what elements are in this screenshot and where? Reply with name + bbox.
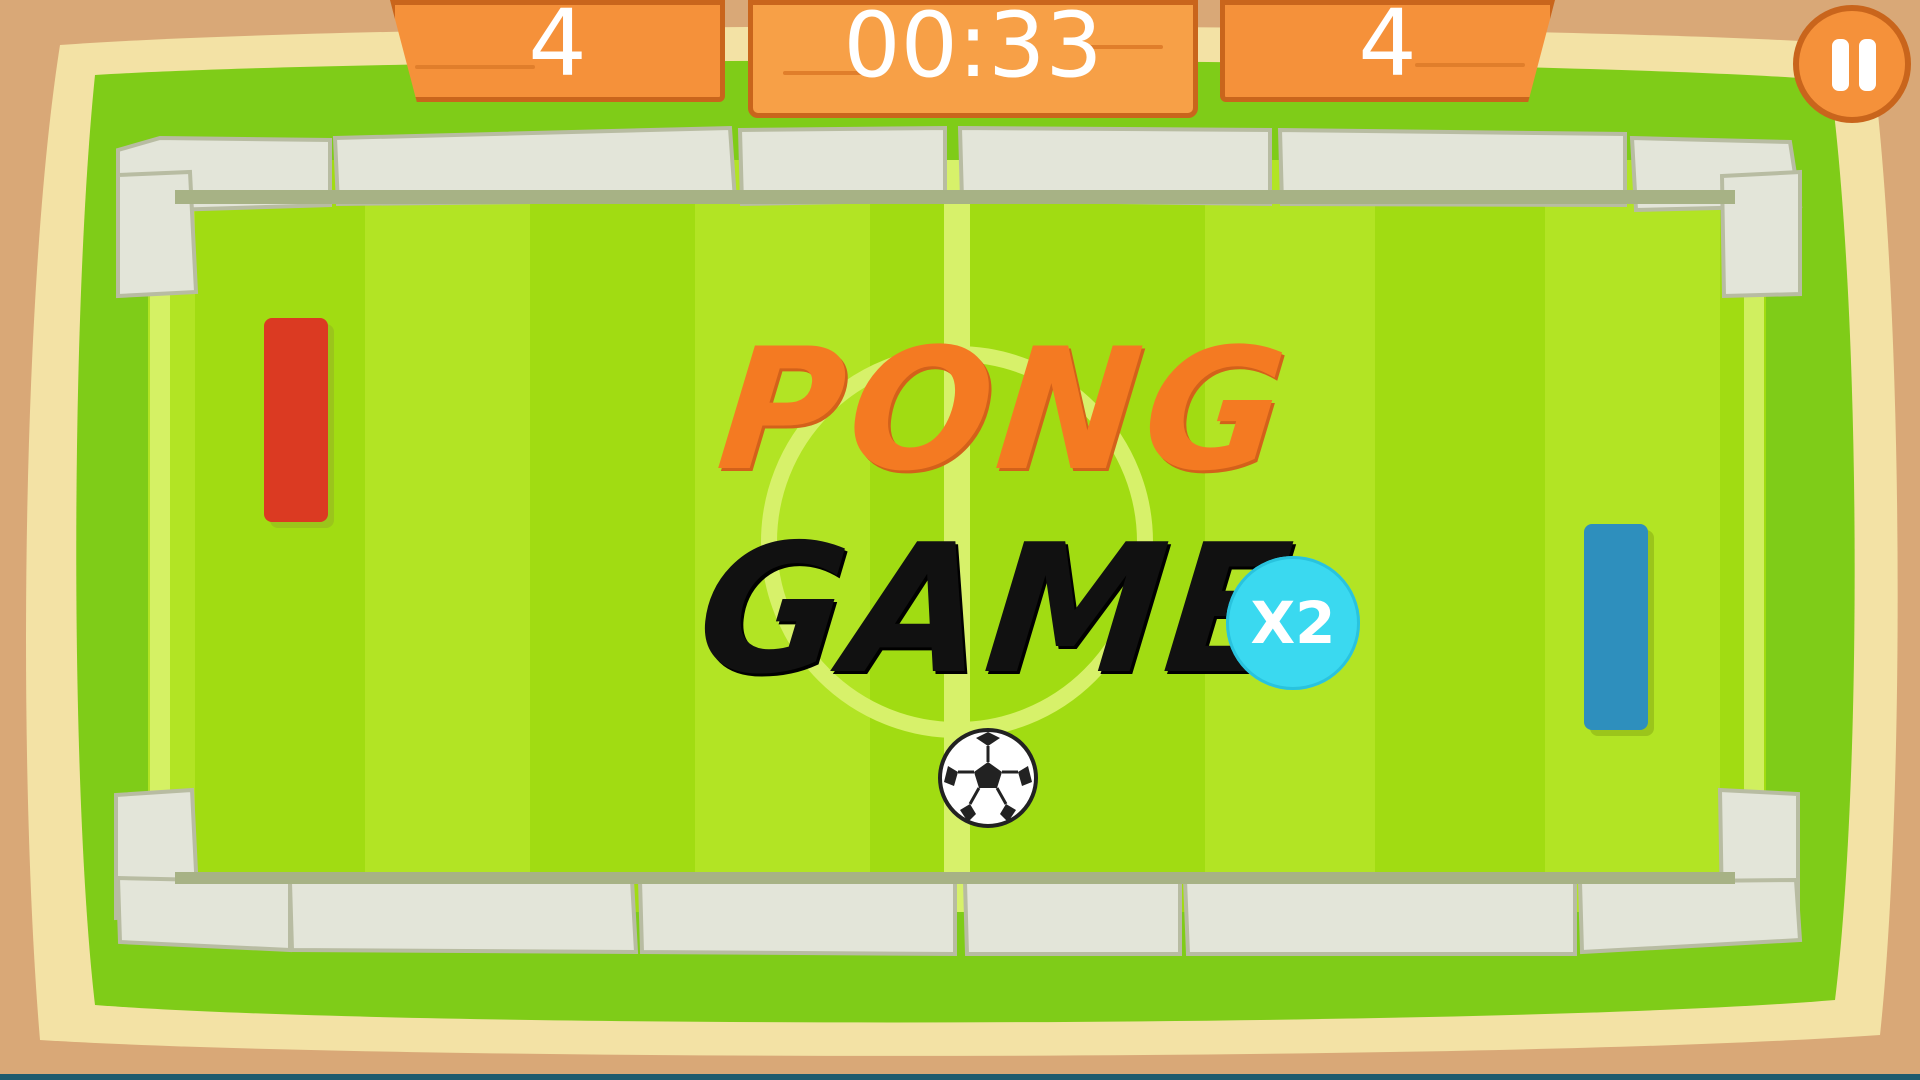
- bottom-edge: [0, 1074, 1920, 1080]
- title-game: GAME: [689, 506, 1302, 713]
- soccer-ball-icon: [938, 728, 1038, 828]
- left-player-score: 4: [528, 0, 587, 97]
- right-player-score: 4: [1358, 0, 1417, 97]
- pause-button[interactable]: [1793, 5, 1911, 123]
- x2-powerup: X2: [1226, 556, 1360, 690]
- x2-powerup-label: X2: [1250, 589, 1336, 657]
- game-screen: 4 00:33 4 PONG GAME X2: [0, 0, 1920, 1080]
- right-paddle[interactable]: [1584, 524, 1648, 730]
- left-paddle[interactable]: [264, 318, 328, 522]
- match-timer: 00:33: [843, 0, 1103, 98]
- title-pong: PONG: [710, 312, 1300, 508]
